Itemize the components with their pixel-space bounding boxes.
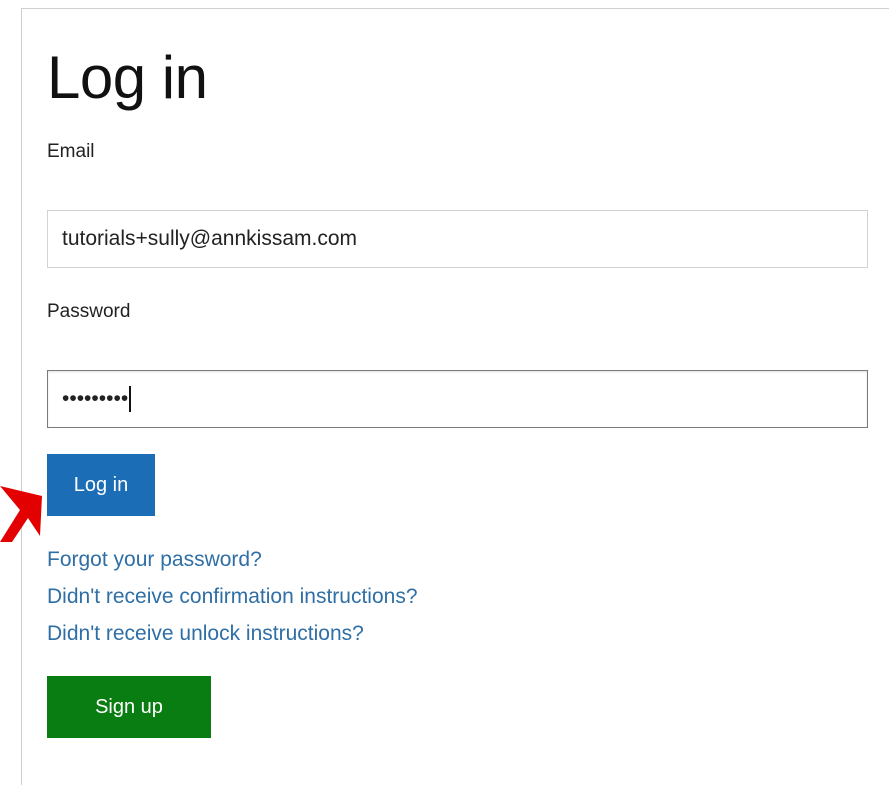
password-mask: ••••••••• <box>62 387 129 411</box>
unlock-instructions-link[interactable]: Didn't receive unlock instructions? <box>47 621 364 647</box>
text-caret <box>129 386 131 413</box>
email-value: tutorials+sully@annkissam.com <box>62 227 358 250</box>
email-label: Email <box>47 141 95 162</box>
forgot-password-link[interactable]: Forgot your password? <box>47 547 262 573</box>
password-field[interactable]: ••••••••• <box>47 370 868 428</box>
login-button[interactable]: Log in <box>47 454 155 516</box>
login-page: Log in Email tutorials+sully@annkissam.c… <box>0 0 889 785</box>
page-title: Log in <box>47 44 208 111</box>
password-label: Password <box>47 301 131 322</box>
signup-button[interactable]: Sign up <box>47 676 211 738</box>
email-field[interactable]: tutorials+sully@annkissam.com <box>47 210 868 268</box>
confirmation-instructions-link[interactable]: Didn't receive confirmation instructions… <box>47 584 418 610</box>
red-arrow-pointer-icon <box>0 486 42 542</box>
